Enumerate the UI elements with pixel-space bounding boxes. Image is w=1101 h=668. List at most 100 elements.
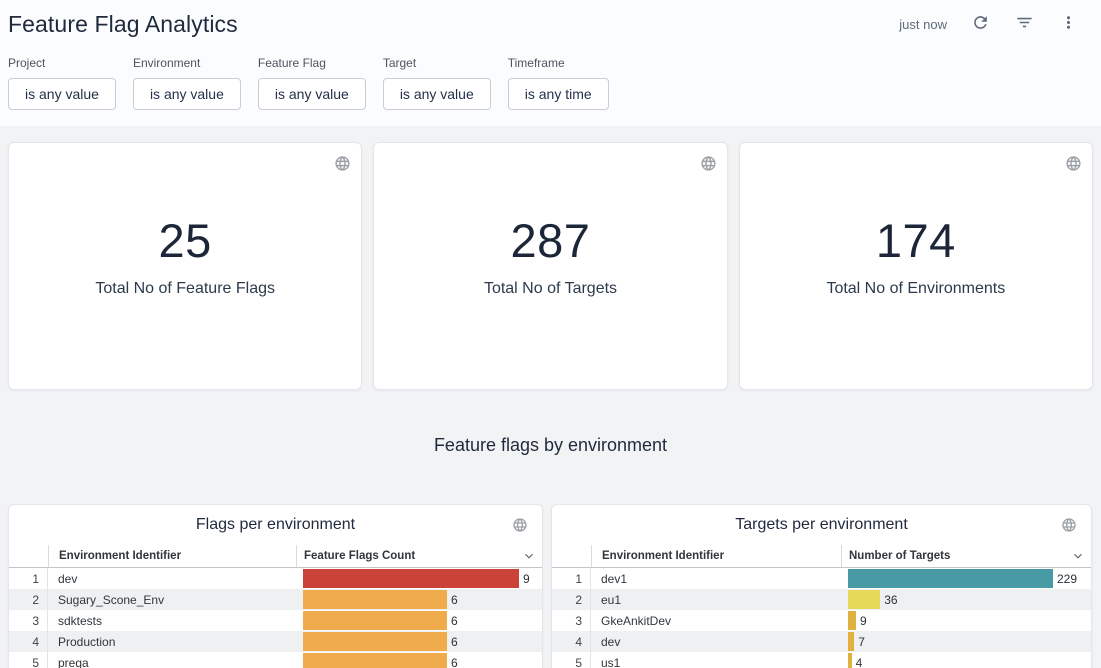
row-number: 5 (9, 652, 48, 668)
value-cell[interactable]: 7 (841, 632, 1091, 651)
bar-value-label: 4 (856, 656, 863, 668)
row-number: 3 (552, 610, 591, 631)
kpi-value: 287 (511, 213, 591, 268)
environment-cell[interactable]: us1 (591, 656, 841, 668)
filter-button[interactable] (1013, 13, 1035, 35)
environment-cell[interactable]: GkeAnkitDev (591, 614, 841, 628)
value-bar (848, 569, 1053, 588)
row-number: 1 (9, 568, 48, 589)
filter-label: Environment (133, 56, 241, 70)
table-body: 1 dev 9 2 Sugary_Scone_Env 6 3 sdktest (9, 568, 542, 668)
kebab-menu-icon (1059, 13, 1078, 35)
kpi-tiles-row: 25 Total No of Feature Flags 287 Total N… (8, 142, 1093, 390)
column-header-label: Number of Targets (849, 550, 950, 562)
filter-list-icon (1015, 13, 1034, 35)
table-title: Flags per environment (196, 516, 355, 534)
filter-feature-flag-value-button[interactable]: is any value (258, 78, 366, 110)
kpi-label: Total No of Targets (484, 280, 617, 298)
value-cell[interactable]: 6 (296, 590, 542, 609)
kpi-value: 174 (876, 213, 956, 268)
row-number: 4 (552, 631, 591, 652)
value-bar (303, 632, 447, 651)
row-number: 2 (9, 589, 48, 610)
value-cell[interactable]: 229 (841, 569, 1091, 588)
tile-total-targets: 287 Total No of Targets (373, 142, 727, 390)
filter-label: Project (8, 56, 116, 70)
refresh-icon (971, 13, 990, 35)
globe-icon (512, 517, 528, 538)
section-title: Feature flags by environment (8, 435, 1093, 456)
bar-value-label: 36 (884, 593, 897, 607)
row-number-header (9, 545, 48, 567)
table-row[interactable]: 3 GkeAnkitDev 9 (552, 610, 1091, 631)
value-bar (848, 611, 856, 630)
value-cell[interactable]: 9 (841, 611, 1091, 630)
bar-value-label: 7 (858, 635, 865, 649)
row-number-header (552, 545, 591, 567)
tile-total-environments: 174 Total No of Environments (739, 142, 1093, 390)
table-header: Environment Identifier Number of Targets (552, 545, 1091, 568)
value-bar (303, 611, 447, 630)
tile-total-feature-flags: 25 Total No of Feature Flags (8, 142, 362, 390)
filter-feature-flag: Feature Flag is any value (258, 56, 366, 110)
value-bar (848, 632, 854, 651)
globe-icon (1065, 155, 1082, 177)
environment-cell[interactable]: Sugary_Scone_Env (48, 593, 296, 607)
bar-value-label: 9 (860, 614, 867, 628)
bar-value-label: 9 (523, 572, 530, 586)
row-number: 1 (552, 568, 591, 589)
row-number: 4 (9, 631, 48, 652)
row-number: 3 (9, 610, 48, 631)
page-title: Feature Flag Analytics (8, 11, 238, 38)
table-row[interactable]: 5 us1 4 (552, 652, 1091, 668)
environment-cell[interactable]: dev (591, 635, 841, 649)
refresh-status: just now (899, 17, 947, 32)
kpi-label: Total No of Feature Flags (95, 280, 275, 298)
table-row[interactable]: 1 dev 9 (9, 568, 542, 589)
table-row[interactable]: 4 dev 7 (552, 631, 1091, 652)
table-row[interactable]: 2 Sugary_Scone_Env 6 (9, 589, 542, 610)
filter-target-value-button[interactable]: is any value (383, 78, 491, 110)
bar-value-label: 6 (451, 635, 458, 649)
sort-chevron-icon[interactable] (522, 549, 536, 566)
table-row[interactable]: 5 prega 6 (9, 652, 542, 668)
table-row[interactable]: 4 Production 6 (9, 631, 542, 652)
column-header-environment[interactable]: Environment Identifier (48, 545, 296, 567)
environment-cell[interactable]: Production (48, 635, 296, 649)
value-cell[interactable]: 6 (296, 653, 542, 668)
value-cell[interactable]: 4 (841, 653, 1091, 668)
bar-value-label: 6 (451, 656, 458, 668)
table-row[interactable]: 3 sdktests 6 (9, 610, 542, 631)
table-row[interactable]: 1 dev1 229 (552, 568, 1091, 589)
filter-label: Target (383, 56, 491, 70)
value-cell[interactable]: 6 (296, 632, 542, 651)
value-cell[interactable]: 6 (296, 611, 542, 630)
value-cell[interactable]: 9 (296, 569, 542, 588)
environment-cell[interactable]: prega (48, 656, 296, 668)
column-header-count[interactable]: Number of Targets (841, 545, 1091, 567)
value-bar (303, 569, 519, 588)
column-header-label: Feature Flags Count (304, 550, 415, 562)
filter-label: Feature Flag (258, 56, 366, 70)
filter-project-value-button[interactable]: is any value (8, 78, 116, 110)
refresh-button[interactable] (969, 13, 991, 35)
more-options-button[interactable] (1057, 13, 1079, 35)
column-header-environment[interactable]: Environment Identifier (591, 545, 841, 567)
globe-icon (1061, 517, 1077, 538)
column-header-count[interactable]: Feature Flags Count (296, 545, 542, 567)
filter-environment-value-button[interactable]: is any value (133, 78, 241, 110)
dashboard-body: 25 Total No of Feature Flags 287 Total N… (0, 126, 1101, 668)
environment-cell[interactable]: sdktests (48, 614, 296, 628)
environment-cell[interactable]: eu1 (591, 593, 841, 607)
kpi-value: 25 (159, 213, 212, 268)
table-row[interactable]: 2 eu1 36 (552, 589, 1091, 610)
filter-project: Project is any value (8, 56, 116, 110)
environment-cell[interactable]: dev1 (591, 572, 841, 586)
filter-timeframe-value-button[interactable]: is any time (508, 78, 609, 110)
row-number: 2 (552, 589, 591, 610)
environment-cell[interactable]: dev (48, 572, 296, 586)
sort-chevron-icon[interactable] (1071, 549, 1085, 566)
value-cell[interactable]: 36 (841, 590, 1091, 609)
table-title: Targets per environment (735, 516, 908, 534)
kpi-label: Total No of Environments (826, 280, 1005, 298)
